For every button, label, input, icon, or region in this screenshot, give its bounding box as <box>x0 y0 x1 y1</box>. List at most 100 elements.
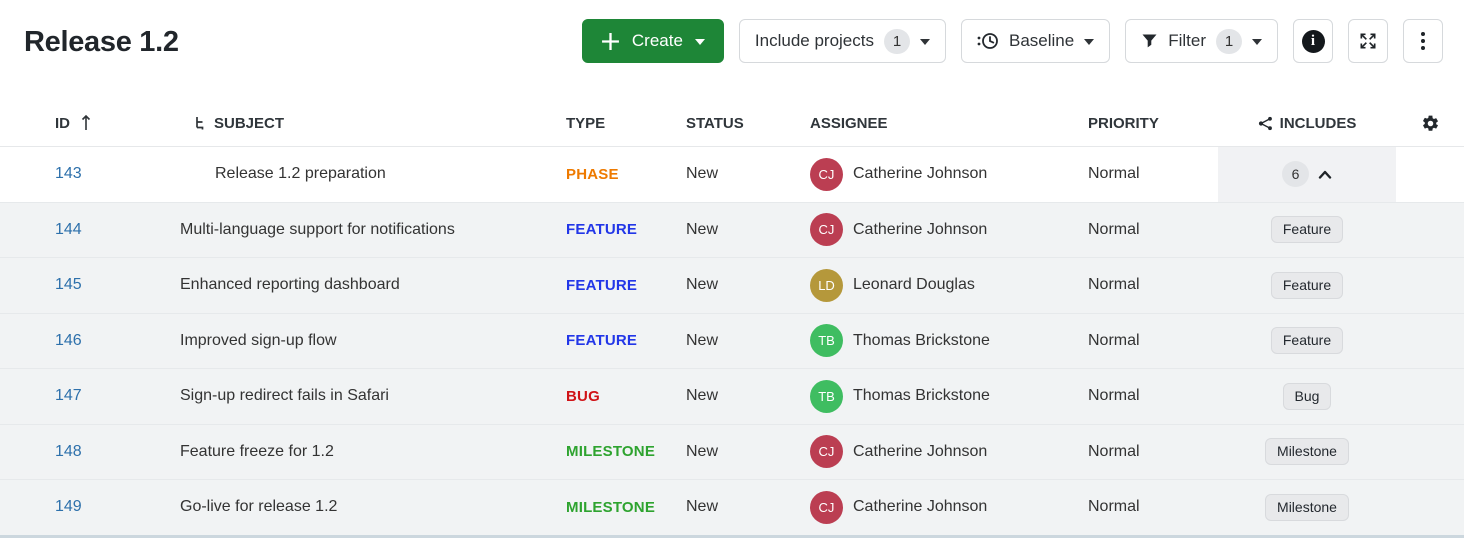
column-header-subject[interactable]: SUBJECT <box>156 100 552 146</box>
type-cell[interactable]: BUG <box>552 369 672 424</box>
table-row[interactable]: 143 Release 1.2 preparation PHASE New CJ Cath… <box>0 147 1464 202</box>
include-projects-button[interactable]: Include projects 1 <box>739 19 946 63</box>
subject-cell[interactable]: Enhanced reporting dashboard <box>156 258 552 313</box>
baseline-button[interactable]: Baseline <box>961 19 1110 63</box>
includes-collapse-button[interactable] <box>1318 170 1332 179</box>
work-packages-table: ID SUBJECT TYPE STATUS ASSIGNEE PR <box>0 100 1464 538</box>
column-header-assignee[interactable]: ASSIGNEE <box>798 100 1074 146</box>
wp-id-link[interactable]: 149 <box>55 498 82 516</box>
create-button[interactable]: Create <box>582 19 724 63</box>
filter-funnel-icon <box>1141 33 1158 49</box>
avatar: TB <box>810 324 843 357</box>
subject-cell[interactable]: Improved sign-up flow <box>156 314 552 369</box>
wp-type-label: FEATURE <box>566 277 637 294</box>
assignee-cell[interactable]: CJCatherine Johnson <box>798 480 1074 535</box>
assignee-cell[interactable]: TBThomas Brickstone <box>798 314 1074 369</box>
column-header-id[interactable]: ID <box>0 100 156 146</box>
priority-cell[interactable]: Normal <box>1074 147 1218 202</box>
create-button-label: Create <box>632 31 683 51</box>
wp-id-link[interactable]: 143 <box>55 165 82 183</box>
type-cell[interactable]: FEATURE <box>552 258 672 313</box>
assignee-name: Catherine Johnson <box>853 165 987 183</box>
avatar: CJ <box>810 158 843 191</box>
subject-cell[interactable]: Sign-up redirect fails in Safari <box>156 369 552 424</box>
fullscreen-expand-icon <box>1358 31 1378 51</box>
chevron-down-icon <box>920 39 930 45</box>
assignee-cell[interactable]: CJCatherine Johnson <box>798 203 1074 258</box>
priority-cell[interactable]: Normal <box>1074 258 1218 313</box>
fullscreen-button[interactable] <box>1348 19 1388 63</box>
priority-cell[interactable]: Normal <box>1074 203 1218 258</box>
priority-cell[interactable]: Normal <box>1074 480 1218 535</box>
column-header-includes[interactable]: INCLUDES <box>1218 100 1396 146</box>
wp-subject: Enhanced reporting dashboard <box>180 276 400 294</box>
assignee-cell[interactable]: CJ Catherine Johnson <box>798 147 1074 202</box>
priority-cell[interactable]: Normal <box>1074 314 1218 369</box>
wp-subject: Release 1.2 preparation <box>215 165 386 183</box>
status-cell[interactable]: New <box>672 425 798 480</box>
subject-cell[interactable]: Release 1.2 preparation <box>156 147 552 202</box>
assignee-name: Leonard Douglas <box>853 276 975 294</box>
status-cell[interactable]: New <box>672 369 798 424</box>
wp-priority-label: Normal <box>1088 498 1140 516</box>
filter-button[interactable]: Filter 1 <box>1125 19 1278 63</box>
status-cell[interactable]: New <box>672 480 798 535</box>
includes-chip: Milestone <box>1265 494 1349 521</box>
wp-id-link[interactable]: 147 <box>55 387 82 405</box>
hierarchy-icon <box>194 116 207 131</box>
row-actions-cell <box>1396 314 1464 369</box>
baseline-clock-icon <box>977 31 999 51</box>
subject-cell[interactable]: Go-live for release 1.2 <box>156 480 552 535</box>
more-menu-button[interactable] <box>1403 19 1443 63</box>
id-cell: 143 <box>0 147 156 202</box>
type-cell[interactable]: FEATURE <box>552 314 672 369</box>
wp-id-link[interactable]: 148 <box>55 443 82 461</box>
priority-cell[interactable]: Normal <box>1074 369 1218 424</box>
baseline-label: Baseline <box>1009 31 1074 51</box>
gear-icon[interactable] <box>1421 114 1440 133</box>
assignee-cell[interactable]: LDLeonard Douglas <box>798 258 1074 313</box>
subject-cell[interactable]: Feature freeze for 1.2 <box>156 425 552 480</box>
table-row[interactable]: 149 Go-live for release 1.2 MILESTONENewCJ… <box>0 479 1464 535</box>
column-header-priority[interactable]: PRIORITY <box>1074 100 1218 146</box>
priority-cell[interactable]: Normal <box>1074 425 1218 480</box>
column-header-status[interactable]: STATUS <box>672 100 798 146</box>
table-row[interactable]: 147 Sign-up redirect fails in Safari BUG Ne… <box>0 368 1464 424</box>
assignee-name: Thomas Brickstone <box>853 387 990 405</box>
column-header-type[interactable]: TYPE <box>552 100 672 146</box>
type-cell[interactable]: FEATURE <box>552 203 672 258</box>
id-cell: 145 <box>0 258 156 313</box>
table-row[interactable]: 146 Improved sign-up flowFEATURENewTBThom… <box>0 313 1464 369</box>
row-actions-cell <box>1396 425 1464 480</box>
type-cell[interactable]: MILESTONE <box>552 480 672 535</box>
status-cell[interactable]: New <box>672 258 798 313</box>
filter-badge: 1 <box>1216 29 1242 54</box>
wp-priority-label: Normal <box>1088 221 1140 239</box>
chevron-down-icon <box>1084 39 1094 45</box>
table-row[interactable]: 148 Feature freeze for 1.2MILESTONENewCJC… <box>0 424 1464 480</box>
table-row[interactable]: 144 Multi-language support for notificati… <box>0 202 1464 258</box>
includes-chip: Milestone <box>1265 438 1349 465</box>
wp-id-link[interactable]: 145 <box>55 276 82 294</box>
assignee-cell[interactable]: CJCatherine Johnson <box>798 425 1074 480</box>
type-cell[interactable]: MILESTONE <box>552 425 672 480</box>
wp-subject: Sign-up redirect fails in Safari <box>180 387 389 405</box>
type-cell[interactable]: PHASE <box>552 147 672 202</box>
wp-id-link[interactable]: 144 <box>55 221 82 239</box>
wp-status-label: New <box>686 387 718 405</box>
wp-id-link[interactable]: 146 <box>55 332 82 350</box>
subject-cell[interactable]: Multi-language support for notifications <box>156 203 552 258</box>
sort-ascending-icon <box>80 114 92 132</box>
id-cell: 144 <box>0 203 156 258</box>
table-row[interactable]: 145 Enhanced reporting dashboard FEATURE Ne… <box>0 257 1464 313</box>
includes-chip: Feature <box>1271 216 1343 243</box>
status-cell[interactable]: New <box>672 203 798 258</box>
status-cell[interactable]: New <box>672 314 798 369</box>
wp-subject: Go-live for release 1.2 <box>180 498 337 516</box>
assignee-cell[interactable]: TBThomas Brickstone <box>798 369 1074 424</box>
info-button[interactable]: i <box>1293 19 1333 63</box>
wp-status-label: New <box>686 165 718 183</box>
status-cell[interactable]: New <box>672 147 798 202</box>
id-cell: 146 <box>0 314 156 369</box>
id-cell: 147 <box>0 369 156 424</box>
